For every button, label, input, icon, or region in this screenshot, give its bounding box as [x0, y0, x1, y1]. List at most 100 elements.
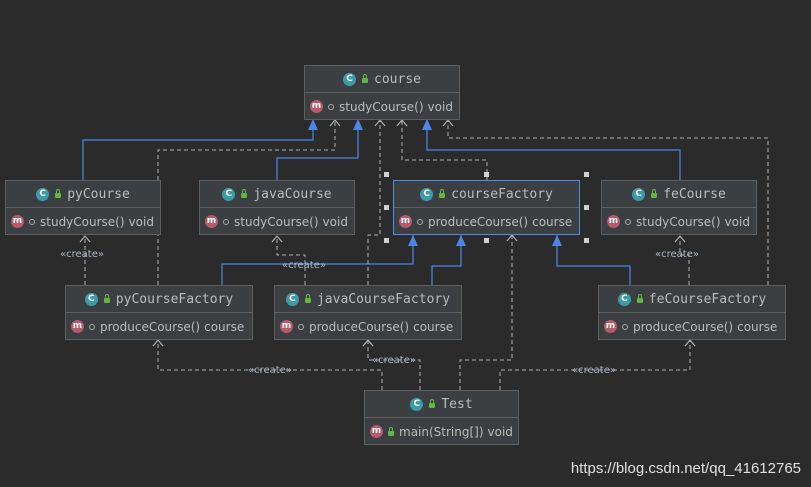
- lock-icon: [651, 189, 658, 198]
- selection-handle-bottom-mid[interactable]: [484, 238, 489, 243]
- stereotype-create-test-py: «create»: [248, 365, 292, 376]
- stereotype-create-java: «create»: [282, 260, 326, 271]
- class-javacoursefactory-header: C javaCourseFactory: [275, 286, 461, 313]
- interface-icon: C: [420, 187, 434, 201]
- method-signature: produceCourse(): [428, 214, 529, 229]
- class-pycoursefactory-header: C pyCourseFactory: [66, 286, 252, 313]
- lock-icon: [304, 294, 311, 303]
- lock-icon: [241, 189, 248, 198]
- method-icon: m: [310, 100, 323, 113]
- method-signature: studyCourse(): [636, 214, 721, 229]
- class-icon: C: [410, 397, 424, 411]
- class-course-header: C course: [305, 66, 459, 93]
- method-signature: studyCourse(): [40, 214, 125, 229]
- edge-test-factory: [459, 235, 513, 390]
- stereotype-create-fe: «create»: [655, 249, 699, 260]
- class-fecoursefactory-method[interactable]: m produceCourse() course: [599, 313, 785, 340]
- method-signature: studyCourse(): [234, 214, 319, 229]
- class-icon: C: [222, 187, 236, 201]
- class-javacourse-method[interactable]: m studyCourse() void: [200, 208, 354, 235]
- class-test[interactable]: C Test m main(String[]) void: [364, 390, 519, 445]
- stereotype-create-py: «create»: [60, 249, 104, 260]
- selection-handle-bottom-right[interactable]: [584, 238, 589, 243]
- lock-icon: [636, 294, 643, 303]
- class-coursefactory[interactable]: C courseFactory m produceCourse() course: [393, 180, 580, 235]
- method-icon: m: [280, 320, 293, 333]
- class-coursefactory-method[interactable]: m produceCourse() course: [394, 208, 579, 235]
- class-fecourse-header: C feCourse: [602, 181, 756, 208]
- lock-icon: [429, 399, 436, 408]
- lock-icon: [388, 426, 394, 436]
- class-name: javaCourse: [253, 186, 332, 202]
- class-icon: C: [617, 292, 631, 306]
- watermark-url: https://blog.csdn.net/qq_41612765: [570, 460, 801, 477]
- method-icon: m: [205, 215, 218, 228]
- method-return-type: course: [204, 319, 245, 334]
- method-icon: m: [604, 320, 617, 333]
- public-visibility-icon: [622, 323, 628, 330]
- public-visibility-icon: [29, 218, 35, 225]
- selection-handle-top-right[interactable]: [584, 172, 589, 177]
- method-signature: produceCourse(): [633, 319, 734, 334]
- class-name: feCourse: [663, 186, 726, 202]
- class-course[interactable]: C course m studyCourse() void: [304, 65, 460, 120]
- class-icon: C: [84, 292, 98, 306]
- public-visibility-icon: [328, 103, 334, 110]
- public-visibility-icon: [223, 218, 229, 225]
- class-javacourse[interactable]: C javaCourse m studyCourse() void: [199, 180, 355, 235]
- class-javacoursefactory-method[interactable]: m produceCourse() course: [275, 313, 461, 340]
- public-visibility-icon: [298, 323, 304, 330]
- method-return-type: void: [427, 99, 453, 114]
- edge-fefactory-extends-factory: [556, 235, 631, 285]
- class-javacoursefactory[interactable]: C javaCourseFactory m produceCourse() cou…: [274, 285, 462, 340]
- class-icon: C: [632, 187, 646, 201]
- lock-icon: [439, 189, 446, 198]
- method-return-type: course: [413, 319, 454, 334]
- class-name: courseFactory: [451, 186, 553, 202]
- lock-icon: [103, 294, 110, 303]
- method-icon: m: [607, 215, 620, 228]
- method-signature: main(String[]): [399, 424, 484, 439]
- method-signature: produceCourse(): [100, 319, 201, 334]
- stereotype-create-test-fe: «create»: [572, 365, 616, 376]
- edge-fefactory-fecourse: [679, 236, 690, 285]
- class-name: pyCourseFactory: [115, 291, 234, 307]
- selection-handle-mid-left[interactable]: [384, 205, 389, 210]
- class-name: Test: [441, 396, 473, 412]
- public-visibility-icon: [417, 218, 423, 225]
- class-pycourse-method[interactable]: m studyCourse() void: [6, 208, 160, 235]
- class-name: pyCourse: [67, 186, 130, 202]
- lock-icon: [362, 74, 369, 83]
- stereotype-create-test-java: «create»: [372, 355, 416, 366]
- selection-handle-top-left[interactable]: [384, 172, 389, 177]
- edge-fecourse-extends-course: [426, 120, 681, 180]
- class-name: course: [374, 71, 421, 87]
- selection-handle-top-mid[interactable]: [484, 172, 489, 177]
- method-return-type: void: [128, 214, 154, 229]
- selection-handle-mid-right[interactable]: [584, 205, 589, 210]
- class-course-method[interactable]: m studyCourse() void: [305, 93, 459, 120]
- method-return-type: void: [724, 214, 750, 229]
- class-test-method[interactable]: m main(String[]) void: [365, 418, 518, 445]
- method-icon: m: [71, 320, 84, 333]
- class-pycoursefactory[interactable]: C pyCourseFactory m produceCourse() cours…: [65, 285, 253, 340]
- selection-handle-bottom-left[interactable]: [384, 238, 389, 243]
- public-visibility-icon: [89, 323, 95, 330]
- class-pycoursefactory-method[interactable]: m produceCourse() course: [66, 313, 252, 340]
- class-coursefactory-header: C courseFactory: [394, 181, 579, 208]
- class-fecoursefactory-header: C feCourseFactory: [599, 286, 785, 313]
- class-fecourse[interactable]: C feCourse m studyCourse() void: [601, 180, 757, 235]
- class-fecourse-method[interactable]: m studyCourse() void: [602, 208, 756, 235]
- method-return-type: course: [532, 214, 573, 229]
- method-signature: studyCourse(): [339, 99, 424, 114]
- method-return-type: course: [737, 319, 778, 334]
- class-fecoursefactory[interactable]: C feCourseFactory m produceCourse() cours…: [598, 285, 786, 340]
- class-icon: C: [343, 72, 357, 86]
- lock-icon: [55, 189, 62, 198]
- class-test-header: C Test: [365, 391, 518, 418]
- class-pycourse[interactable]: C pyCourse m studyCourse() void: [5, 180, 161, 235]
- edge-javafactory-course: [367, 120, 381, 285]
- method-icon: m: [399, 215, 412, 228]
- method-return-type: void: [487, 424, 513, 439]
- public-visibility-icon: [625, 218, 631, 225]
